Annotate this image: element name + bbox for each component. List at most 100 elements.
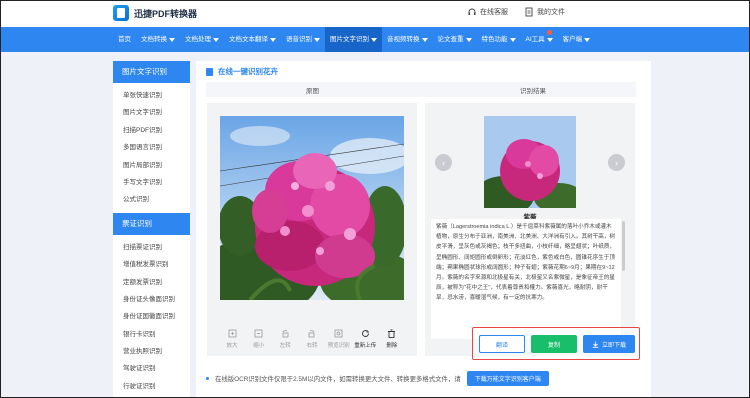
sidebar-item[interactable]: 驾驶证识别 [123, 360, 190, 377]
toolbar-button-4[interactable]: 预览识别 [327, 329, 351, 351]
headset-icon [468, 8, 476, 15]
sidebar-item[interactable]: 图片局部识别 [123, 157, 190, 174]
notice-bar: 在线版OCR识别文件仅限于2.5M以内文件，如需转换更大文件、转换更多格式文件，… [206, 371, 549, 386]
download-client-button[interactable]: 下载万能文字识别客户端 [466, 371, 549, 386]
nav-item-label: 文档处理 [185, 36, 211, 43]
sidebar-item[interactable]: 身份证国徽面识别 [123, 308, 190, 325]
sidebar-section-cert-list: 扫描票证识别 增值税发票识别 定额发票识别 身份证头像面识别 身份证国徽面识别 银行卡识别… [113, 235, 190, 397]
nav-item-5[interactable]: 图片文字识别 [325, 27, 382, 52]
nav-item-label: 首页 [118, 36, 131, 43]
sidebar-section-ocr-title[interactable]: 图片文字识别 [113, 61, 190, 83]
toolbar-label: 右转 [306, 343, 318, 349]
page-title-text: 在线一键识别花卉 [218, 67, 278, 76]
zoom-out-icon [254, 329, 263, 338]
sidebar-item[interactable]: 图片文字识别 [123, 104, 190, 121]
zoom-in-icon [228, 329, 236, 338]
page-frame: 迅捷PDF转换器 在线客服 我的文件 首页 文档转换 文档处理 文档文本翻译 语音识别图… [0, 0, 750, 398]
caret-down-icon [169, 37, 175, 42]
sidebar-section-ocr-list: 单张快速识别 图片文字识别 扫描PDF识别 多国语言识别 图片局部识别 手写文字识别 公式识… [113, 83, 190, 213]
nav-item-label: 客户端 [562, 36, 583, 43]
sidebar-item[interactable]: 扫描PDF识别 [123, 122, 190, 139]
original-image-panel: 放大 缩小 左转 右转 预览识别 重新上传 删除 [207, 103, 417, 356]
my-files-link[interactable]: 我的文件 [524, 7, 565, 17]
file-icon [525, 7, 533, 17]
copy-button[interactable]: 复制 [531, 335, 577, 353]
toolbar-label: 预览识别 [327, 343, 350, 349]
nav-item-label: 图片文字识别 [330, 36, 369, 43]
result-flower-image [484, 116, 576, 208]
chevron-left-icon: ‹ [442, 157, 445, 168]
translate-button[interactable]: 翻译 [479, 335, 525, 353]
nav-item-6[interactable]: 音视频转换 [382, 27, 433, 52]
download-label: 立即下载 [601, 342, 626, 349]
toolbar-label: 删除 [386, 343, 398, 349]
next-arrow-button[interactable]: › [608, 154, 625, 171]
toolbar-label: 放大 [226, 343, 238, 349]
delete-icon [388, 329, 396, 338]
nav-item-9[interactable]: AI工具 [521, 27, 558, 52]
nav-item-8[interactable]: 特色功能 [477, 27, 521, 52]
sidebar-item[interactable]: 营业执照识别 [123, 343, 190, 360]
sidebar-item[interactable]: 定额发票识别 [123, 274, 190, 291]
image-toolbar: 放大 缩小 左转 右转 预览识别 重新上传 删除 [220, 329, 404, 351]
sidebar-item[interactable]: 多国语言识别 [123, 139, 190, 156]
prev-arrow-button[interactable]: ‹ [435, 154, 452, 171]
document-icon [206, 67, 213, 76]
caret-down-icon [314, 37, 320, 42]
rotate-right-icon [309, 330, 315, 338]
caret-down-icon [421, 37, 428, 42]
nav-item-3[interactable]: 文档文本翻译 [224, 27, 281, 52]
nav-item-4[interactable]: 语音识别 [281, 27, 325, 52]
nav-item-label: 音视频转换 [387, 36, 420, 43]
result-panel: ‹ › 紫薇 紫薇（Lagerstroemia indica L.）是千屈菜科紫… [425, 103, 635, 356]
sidebar-item[interactable]: 扫描票证识别 [123, 239, 190, 256]
brand-logo[interactable]: 迅捷PDF转换器 [113, 5, 197, 21]
notice-text: 在线版OCR识别文件仅限于2.5M以内文件，如需转换更大文件、转换更多格式文件，… [215, 376, 461, 383]
caret-down-icon [270, 37, 276, 42]
nav-item-label: 文档文本翻译 [229, 36, 268, 43]
toolbar-button-1[interactable]: 缩小 [247, 329, 271, 351]
result-description[interactable]: 紫薇（Lagerstroemia indica L.）是千屈菜科紫薇属的落叶小乔… [431, 219, 621, 339]
sidebar-item[interactable]: 银行卡识别 [123, 326, 190, 343]
caret-down-icon [509, 37, 516, 42]
sidebar-item[interactable]: 手写文字识别 [123, 174, 190, 191]
nav-item-1[interactable]: 文档转换 [136, 27, 180, 52]
col-result: 识别结果 [520, 88, 546, 95]
flower-photo [220, 116, 404, 300]
sidebar-item[interactable]: 公式识别 [123, 191, 190, 208]
nav-item-7[interactable]: 论文查重 [433, 27, 477, 52]
caret-down-icon [546, 37, 553, 42]
sidebar-item[interactable]: 身份证头像面识别 [123, 291, 190, 308]
caret-down-icon [213, 37, 219, 42]
toolbar-label: 左转 [279, 343, 291, 349]
sidebar-item[interactable]: 单张快速识别 [123, 87, 190, 104]
sidebar-item[interactable]: 增值税发票识别 [123, 256, 190, 273]
column-headers: 原图 识别结果 [206, 82, 636, 97]
toolbar-button-3[interactable]: 右转 [300, 329, 324, 351]
main-nav: 首页 文档转换 文档处理 文档文本翻译 语音识别 图片文字识别 音视频转换 论文查重 特色功能 A… [1, 27, 749, 52]
nav-item-label: 语音识别 [286, 36, 312, 43]
nav-item-label: 文档转换 [141, 36, 167, 43]
sidebar-item[interactable]: 行驶证识别 [123, 378, 190, 395]
reupload-icon [361, 330, 369, 337]
download-icon [592, 341, 599, 348]
preview-icon [334, 329, 343, 338]
top-header: 迅捷PDF转换器 在线客服 我的文件 [1, 1, 749, 27]
action-buttons-group: 翻译 复制 立即下载 [472, 327, 640, 360]
nav-item-2[interactable]: 文档处理 [180, 27, 224, 52]
toolbar-button-5[interactable]: 重新上传 [353, 329, 377, 351]
crape-myrtle-image [220, 116, 404, 300]
online-service-link[interactable]: 在线客服 [467, 7, 508, 17]
nav-item-10[interactable]: 客户端 [558, 27, 596, 52]
toolbar-button-0[interactable]: 放大 [220, 329, 244, 351]
my-files-label: 我的文件 [537, 9, 565, 16]
download-button[interactable]: 立即下载 [583, 335, 635, 353]
toolbar-button-6[interactable]: 删除 [380, 329, 404, 351]
caret-down-icon [371, 37, 377, 42]
toolbar-button-2[interactable]: 左转 [273, 329, 297, 351]
nav-item-0[interactable]: 首页 [113, 27, 136, 52]
result-scrollbar[interactable] [622, 221, 625, 271]
nav-item-label: 论文查重 [437, 36, 464, 43]
sidebar-section-cert-title[interactable]: 票证识别 [113, 212, 190, 235]
brand-name: 迅捷PDF转换器 [134, 8, 198, 19]
